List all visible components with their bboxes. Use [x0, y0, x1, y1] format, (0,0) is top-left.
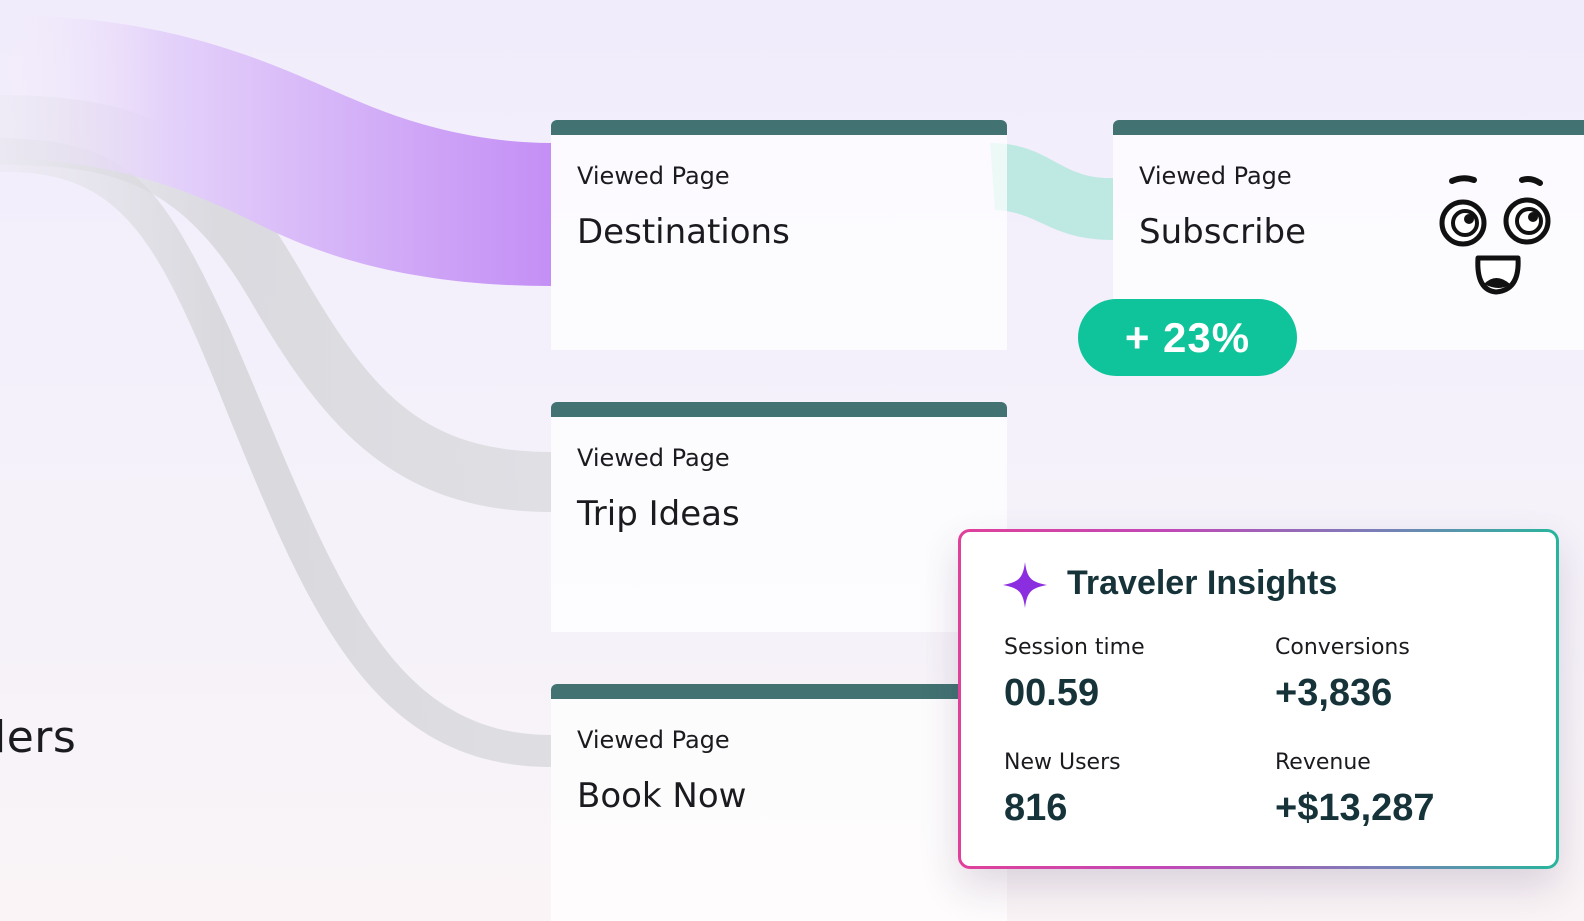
node-name: Subscribe [1139, 212, 1307, 252]
sparkle-icon [1003, 562, 1047, 608]
conversion-lift-badge: + 23% [1078, 299, 1297, 376]
metric-label-new-users: New Users [1004, 750, 1121, 775]
node-name: Book Now [577, 776, 747, 816]
metric-label-revenue: Revenue [1275, 750, 1371, 775]
page-node-book-now[interactable]: Viewed Page Book Now [551, 684, 1007, 921]
node-kicker: Viewed Page [577, 444, 730, 472]
node-kicker: Viewed Page [1139, 162, 1292, 190]
node-kicker: Viewed Page [577, 162, 730, 190]
insights-content: Traveler Insights Session time 00.59 Con… [961, 532, 1556, 866]
metric-label-conversions: Conversions [1275, 635, 1410, 660]
page-node-trip-ideas[interactable]: Viewed Page Trip Ideas [551, 402, 1007, 632]
metric-value-revenue: +$13,287 [1275, 787, 1435, 829]
insights-title: Traveler Insights [1067, 564, 1338, 602]
metric-value-session-time: 00.59 [1004, 672, 1100, 714]
node-name: Destinations [577, 212, 790, 252]
node-header-bar [551, 120, 1007, 135]
metric-value-conversions: +3,836 [1275, 672, 1393, 714]
journey-canvas: lers Viewed Page Destinations Viewed Pag… [0, 0, 1584, 921]
node-header-bar [1113, 120, 1584, 135]
node-name: Trip Ideas [577, 494, 740, 534]
source-label: lers [0, 712, 77, 763]
metric-value-new-users: 816 [1004, 787, 1068, 829]
page-node-destinations[interactable]: Viewed Page Destinations [551, 120, 1007, 350]
node-header-bar [551, 402, 1007, 417]
flow-to-subscribe [990, 143, 1113, 240]
smiley-face-icon [1439, 175, 1551, 295]
node-kicker: Viewed Page [577, 726, 730, 754]
node-header-bar [551, 684, 1007, 699]
metric-label-session-time: Session time [1004, 635, 1145, 660]
traveler-insights-card[interactable]: Traveler Insights Session time 00.59 Con… [958, 529, 1559, 869]
